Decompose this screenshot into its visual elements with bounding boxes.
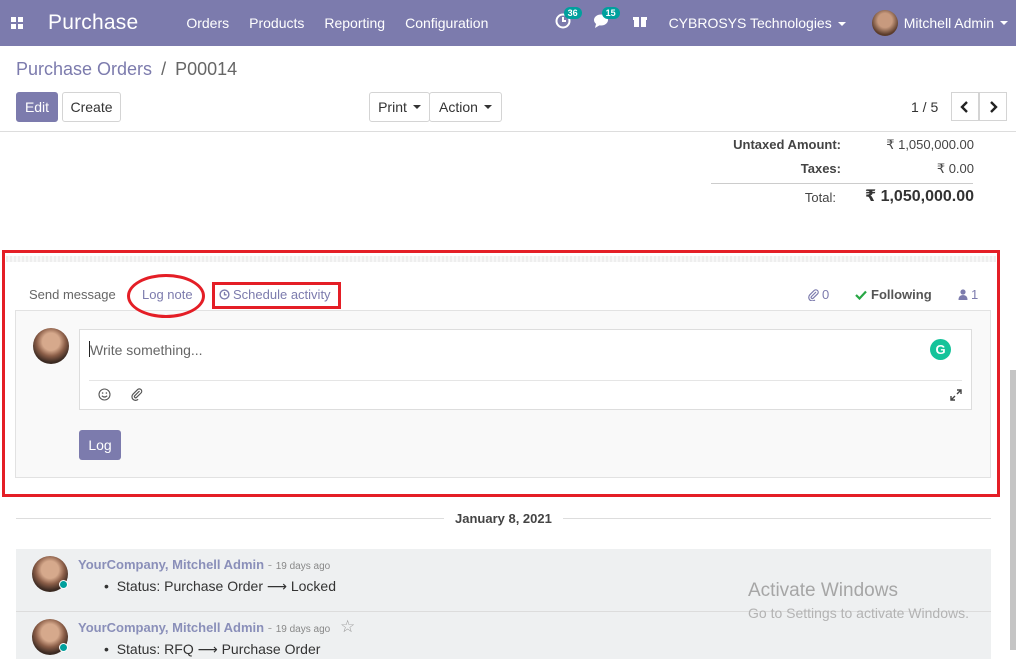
pager-next-button[interactable] <box>979 92 1007 121</box>
apps-menu-icon[interactable] <box>0 0 34 46</box>
create-button[interactable]: Create <box>62 92 121 122</box>
chevron-down-icon <box>483 105 492 109</box>
online-status-dot <box>59 643 68 652</box>
message-tracking-line: • Status: RFQ ⟶ Purchase Order <box>104 641 320 658</box>
activity-badge: 36 <box>563 7 582 19</box>
chevron-left-icon <box>960 100 968 113</box>
message-author[interactable]: YourCompany, Mitchell Admin - 19 days ag… <box>78 557 330 572</box>
top-navbar: Purchase Orders Products Reporting Confi… <box>0 0 1016 46</box>
annotation-rectangle <box>212 282 341 309</box>
windows-watermark-title: Activate Windows <box>748 580 898 601</box>
app-title[interactable]: Purchase <box>48 11 138 35</box>
breadcrumb-separator: / <box>161 59 167 79</box>
thread-date: January 8, 2021 <box>455 511 552 526</box>
pager-previous-button[interactable] <box>951 92 979 121</box>
author-name: YourCompany, Mitchell Admin <box>78 557 265 572</box>
arrow-right-icon: ⟶ <box>266 578 287 594</box>
breadcrumb: Purchase Orders / P00014 <box>16 59 237 80</box>
author-dash: - <box>267 620 273 635</box>
taxes-label: Taxes: <box>800 161 841 176</box>
status-old: Status: Purchase Order <box>116 578 263 594</box>
breadcrumb-parent[interactable]: Purchase Orders <box>16 59 152 79</box>
bullet-dot: • <box>104 641 109 657</box>
print-dropdown[interactable]: Print <box>369 92 430 122</box>
messages-chat-icon[interactable]: 15 <box>593 7 620 33</box>
arrow-right-icon: ⟶ <box>197 641 218 657</box>
menu-products[interactable]: Products <box>249 15 304 31</box>
menu-orders[interactable]: Orders <box>186 15 229 31</box>
untaxed-amount-value: ₹ 1,050,000.00 <box>886 137 974 152</box>
breadcrumb-current: P00014 <box>175 59 238 79</box>
status-old: Status: RFQ <box>116 641 194 657</box>
message-time: 19 days ago <box>275 561 331 572</box>
messages-badge: 15 <box>601 7 620 19</box>
chevron-down-icon <box>837 22 846 27</box>
untaxed-amount-label: Untaxed Amount: <box>733 137 841 152</box>
message-tracking-line: • Status: Purchase Order ⟶ Locked <box>104 578 336 595</box>
total-label: Total: <box>804 190 836 205</box>
activity-clock-icon[interactable]: 36 <box>555 7 582 33</box>
scrollbar-thumb[interactable] <box>1010 370 1016 650</box>
bullet-dot: • <box>104 578 109 594</box>
action-dropdown[interactable]: Action <box>429 92 502 122</box>
windows-watermark-subtitle: Go to Settings to activate Windows. <box>748 605 969 621</box>
company-name: CYBROSYS Technologies <box>668 15 832 31</box>
star-icon[interactable]: ☆ <box>340 617 355 637</box>
author-name: YourCompany, Mitchell Admin <box>78 620 265 635</box>
date-divider-left <box>16 518 444 519</box>
pager-value[interactable]: 1 / 5 <box>911 99 938 115</box>
totals-divider <box>711 183 973 184</box>
total-value: ₹ 1,050,000.00 <box>865 188 974 205</box>
chevron-down-icon <box>412 105 421 109</box>
author-dash: - <box>267 557 273 572</box>
edit-button[interactable]: Edit <box>16 92 58 122</box>
date-divider-right <box>563 518 991 519</box>
print-label: Print <box>378 99 407 115</box>
online-status-dot <box>59 580 68 589</box>
user-name: Mitchell Admin <box>903 15 994 31</box>
chevron-down-icon <box>1000 21 1008 25</box>
menu-configuration[interactable]: Configuration <box>405 15 488 31</box>
status-new: Purchase Order <box>221 641 321 657</box>
company-switcher[interactable]: CYBROSYS Technologies <box>669 15 846 31</box>
user-menu[interactable]: Mitchell Admin <box>871 10 1008 36</box>
status-new: Locked <box>290 578 336 594</box>
control-panel-divider <box>0 131 1016 132</box>
message-author[interactable]: YourCompany, Mitchell Admin - 19 days ag… <box>78 620 330 635</box>
taxes-value: ₹ 0.00 <box>936 161 974 176</box>
action-label: Action <box>439 99 478 115</box>
gift-icon[interactable] <box>632 14 647 32</box>
message-time: 19 days ago <box>275 624 331 635</box>
chevron-right-icon <box>990 100 998 113</box>
menu-reporting[interactable]: Reporting <box>324 15 385 31</box>
user-avatar <box>871 10 898 36</box>
annotation-ellipse <box>127 274 205 318</box>
